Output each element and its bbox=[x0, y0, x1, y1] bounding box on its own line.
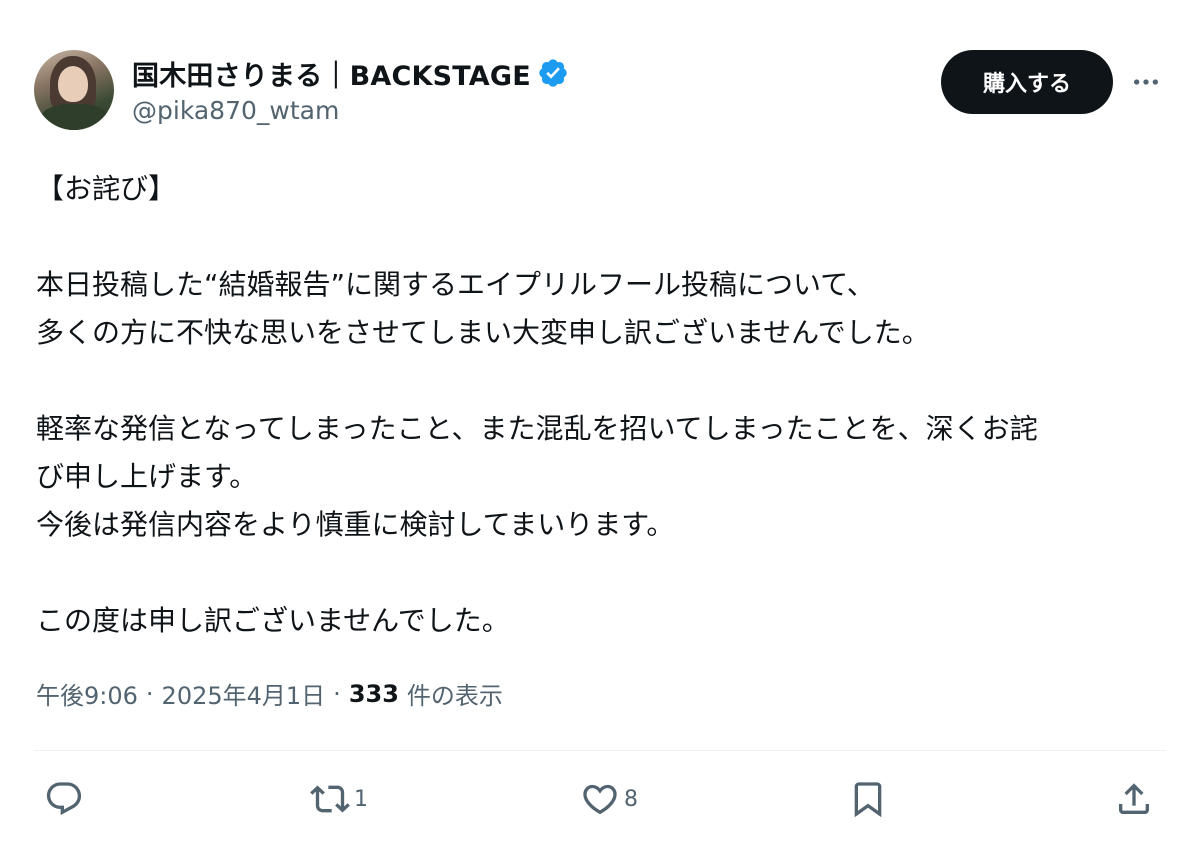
views-label: 件の表示 bbox=[406, 682, 503, 710]
like-button[interactable]: 8 bbox=[580, 776, 638, 822]
meta-separator: · bbox=[145, 679, 154, 708]
verified-badge-icon bbox=[539, 59, 567, 87]
bookmark-icon bbox=[854, 782, 882, 818]
buy-button[interactable]: 購入する bbox=[941, 50, 1113, 114]
display-name[interactable]: 国木田さりまる｜BACKSTAGE bbox=[132, 54, 531, 93]
more-button[interactable] bbox=[1126, 62, 1166, 102]
more-icon bbox=[1134, 79, 1158, 85]
divider bbox=[34, 750, 1166, 751]
name-row: 国木田さりまる｜BACKSTAGE bbox=[132, 54, 569, 93]
views-count: 333 bbox=[348, 679, 399, 708]
tweet-card: 国木田さりまる｜BACKSTAGE @pika870_wtam 購入する 【お詫… bbox=[0, 0, 1198, 848]
retweet-button[interactable]: 1 bbox=[310, 776, 368, 822]
user-handle[interactable]: @pika870_wtam bbox=[132, 96, 339, 125]
retweet-icon bbox=[310, 785, 350, 813]
heart-icon bbox=[583, 784, 617, 815]
tweet-meta: 午後9:06 · 2025年4月1日 · 333 件の表示 bbox=[36, 676, 503, 711]
tweet-text-line: この度は申し訳ございませんでした。 bbox=[36, 604, 510, 637]
share-button[interactable] bbox=[1114, 776, 1154, 822]
retweet-count: 1 bbox=[354, 786, 368, 812]
reply-icon bbox=[46, 782, 82, 816]
like-count: 8 bbox=[624, 786, 638, 812]
tweet-text-line: 本日投稿した“結婚報告”に関するエイプリルフール投稿について、 bbox=[36, 268, 875, 301]
tweet-text-line: 【お詫び】 bbox=[36, 172, 177, 205]
avatar-body bbox=[40, 104, 110, 130]
tweet-text-line: 多くの方に不快な思いをさせてしまい大変申し訳ございませんでした。 bbox=[36, 316, 930, 349]
meta-separator: · bbox=[333, 679, 341, 708]
tweet-text-line: 軽率な発信となってしまったこと、また混乱を招いてしまったことを、深くお詫 bbox=[36, 412, 1038, 445]
share-icon bbox=[1119, 783, 1149, 814]
tweet-text: 【お詫び】 本日投稿した“結婚報告”に関するエイプリルフール投稿について、 多く… bbox=[36, 165, 1171, 645]
reply-button[interactable] bbox=[44, 776, 88, 822]
bookmark-button[interactable] bbox=[848, 776, 888, 822]
avatar-face bbox=[58, 66, 88, 102]
tweet-text-line: 今後は発信内容をより慎重に検討してまいります。 bbox=[36, 508, 675, 541]
post-time[interactable]: 午後9:06 bbox=[36, 676, 138, 711]
avatar[interactable] bbox=[34, 50, 114, 130]
tweet-text-line: び申し上げます。 bbox=[36, 460, 258, 493]
post-date[interactable]: 2025年4月1日 bbox=[162, 676, 326, 711]
